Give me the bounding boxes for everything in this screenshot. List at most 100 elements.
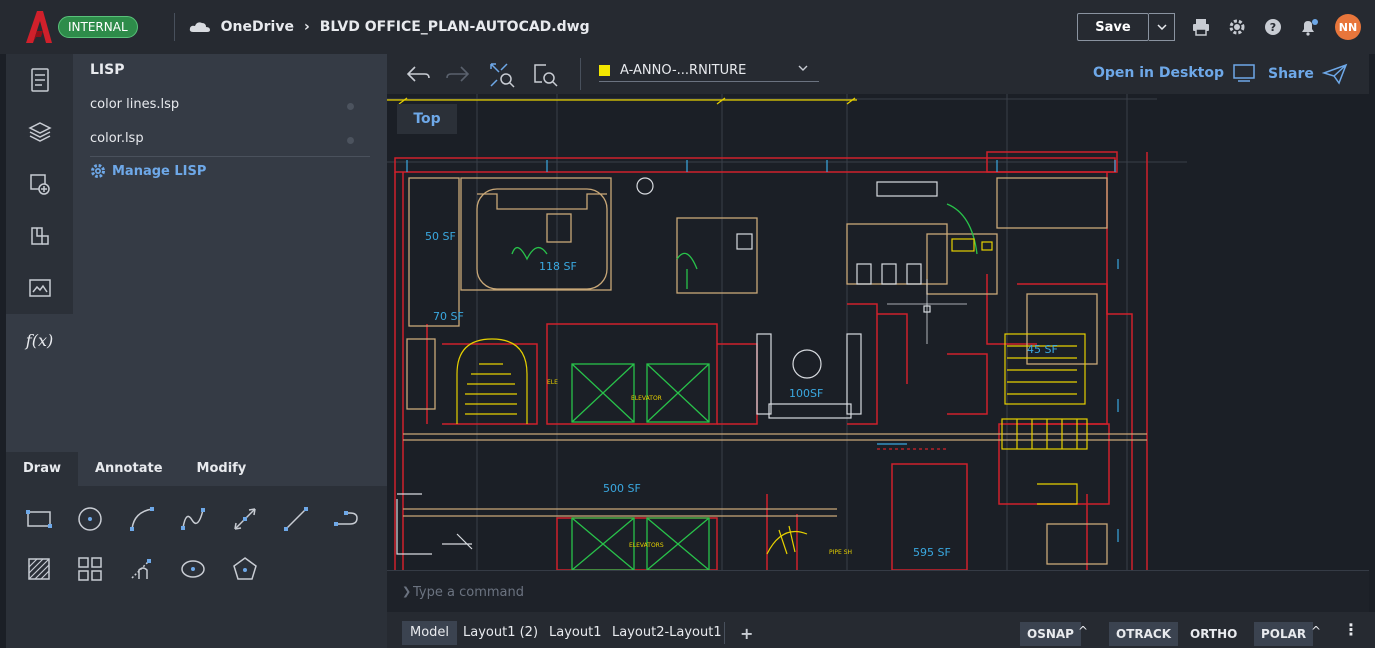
rail-active-extension [6,356,73,452]
autocad-logo-icon[interactable] [24,9,54,45]
gear-icon [91,164,105,178]
save-button[interactable]: Save [1077,13,1149,41]
images-panel-button[interactable] [6,262,73,314]
hatch-tool-icon[interactable] [24,554,54,584]
command-input[interactable] [401,581,1341,603]
svg-text:?: ? [1270,21,1276,34]
room-label: 45 SF [1027,343,1058,356]
breadcrumb-root[interactable]: OneDrive [221,19,294,35]
room-label-small: ELEVATORS [629,542,664,549]
properties-panel-button[interactable] [6,54,73,106]
tab-model[interactable]: Model [402,621,458,645]
spline-tool-icon[interactable] [178,504,208,534]
avatar[interactable]: NN [1335,14,1361,40]
ellipse-tool-icon[interactable] [178,554,208,584]
room-label-small: ELE [547,379,558,386]
breadcrumb: OneDrive › BLVD OFFICE_PLAN-AUTOCAD.dwg [189,19,590,35]
room-label: 595 SF [913,546,951,559]
internal-badge: INTERNAL [58,16,138,38]
lisp-panel-title: LISP [90,62,125,78]
osnap-toggle[interactable]: OSNAP [1020,622,1081,646]
room-label: 70 SF [433,310,464,323]
room-label: 118 SF [539,260,577,273]
top-bar: INTERNAL OneDrive › BLVD OFFICE_PLAN-AUT… [0,0,1375,54]
tab-divider [724,622,725,644]
file-name: BLVD OFFICE_PLAN-AUTOCAD.dwg [319,19,590,35]
otrack-toggle[interactable]: OTRACK [1109,622,1179,646]
trim-tool-icon[interactable] [127,554,157,584]
gear-icon[interactable] [1227,17,1247,37]
drawing-canvas[interactable]: 50 SF 118 SF 70 SF 45 SF 100SF 500 SF 59… [387,54,1369,570]
tab-layout2-layout1[interactable]: Layout2-Layout1 [604,621,730,645]
tab-layout1-2[interactable]: Layout1 (2) [455,621,546,645]
room-label: 100SF [789,387,823,400]
blocks-panel-button[interactable] [6,158,73,210]
toolbar-divider [580,58,581,90]
line-tool-icon[interactable] [281,504,311,534]
room-label: 50 SF [425,230,456,243]
more-vertical-icon[interactable]: ⋮ [1343,620,1359,639]
open-in-desktop-label: Open in Desktop [1093,65,1224,81]
array-tool-icon[interactable] [75,554,105,584]
layer-selector[interactable]: A-ANNO-...RNITURE [599,60,819,82]
save-dropdown-button[interactable] [1149,13,1175,41]
manage-lisp-label: Manage LISP [112,163,207,179]
redo-icon[interactable] [445,62,471,88]
breadcrumb-separator: › [303,19,310,35]
lisp-panel: LISP color lines.lsp color.lsp Manage LI… [73,54,387,452]
circle-tool-icon[interactable] [75,504,105,534]
layer-name: A-ANNO-...RNITURE [620,63,747,78]
block-insert-icon [29,174,50,195]
xref-icon [30,227,49,245]
tab-modify[interactable]: Modify [180,452,264,486]
properties-icon [30,68,49,92]
lisp-file-item[interactable]: color lines.lsp [90,97,370,112]
lisp-file-label: color lines.lsp [90,97,180,112]
status-dot-icon [347,103,354,110]
help-icon[interactable]: ? [1263,17,1283,37]
view-cube-label[interactable]: Top [397,104,457,134]
tab-annotate[interactable]: Annotate [78,452,180,486]
function-icon: f(x) [25,330,54,350]
arc-tool-icon[interactable] [127,504,157,534]
add-layout-icon[interactable]: + [740,624,753,643]
xref-panel-button[interactable] [6,210,73,262]
layers-panel-button[interactable] [6,106,73,158]
share-label: Share [1268,66,1314,82]
polyline-tool-icon[interactable] [332,504,362,534]
layers-icon [27,122,52,142]
header-actions: Save ? NN [1077,13,1361,41]
lisp-file-label: color.lsp [90,131,144,146]
xline-tool-icon[interactable] [230,504,260,534]
room-label: 500 SF [603,482,641,495]
chevron-up-icon[interactable]: ^ [1078,624,1088,638]
rectangle-tool-icon[interactable] [24,504,54,534]
open-in-desktop-button[interactable]: Open in Desktop [1093,63,1256,83]
manage-lisp-link[interactable]: Manage LISP [90,163,206,179]
bottom-bar: Model Layout1 (2) Layout1 Layout2-Layout… [387,612,1375,648]
cloud-icon [189,22,210,32]
layer-color-swatch [599,65,610,76]
polar-toggle[interactable]: POLAR [1254,622,1314,646]
image-icon [28,279,51,297]
room-label-small: ELEVATOR [631,395,662,402]
share-button[interactable]: Share [1268,63,1348,85]
room-label-small: PIPE SH [829,549,852,556]
print-icon[interactable] [1191,17,1211,37]
chevron-up-icon[interactable]: ^ [1311,624,1321,638]
ortho-toggle[interactable]: ORTHO [1183,622,1244,646]
chevron-right-icon: ❯ [402,585,412,598]
undo-icon[interactable] [405,62,431,88]
zoom-extents-icon[interactable] [489,62,515,88]
notification-bell-icon[interactable] [1299,17,1319,37]
command-line [387,570,1369,612]
send-icon [1321,63,1348,85]
toolbox-tabs: Draw Annotate Modify [6,452,387,486]
tab-draw[interactable]: Draw [6,452,78,486]
draw-toolbox: Draw Annotate Modify [6,452,387,648]
zoom-window-icon[interactable] [532,62,558,88]
canvas-toolbar: A-ANNO-...RNITURE Open in Desktop Share [387,54,1369,94]
tab-layout1[interactable]: Layout1 [541,621,609,645]
polygon-tool-icon[interactable] [230,554,260,584]
lisp-file-item[interactable]: color.lsp [90,131,370,146]
